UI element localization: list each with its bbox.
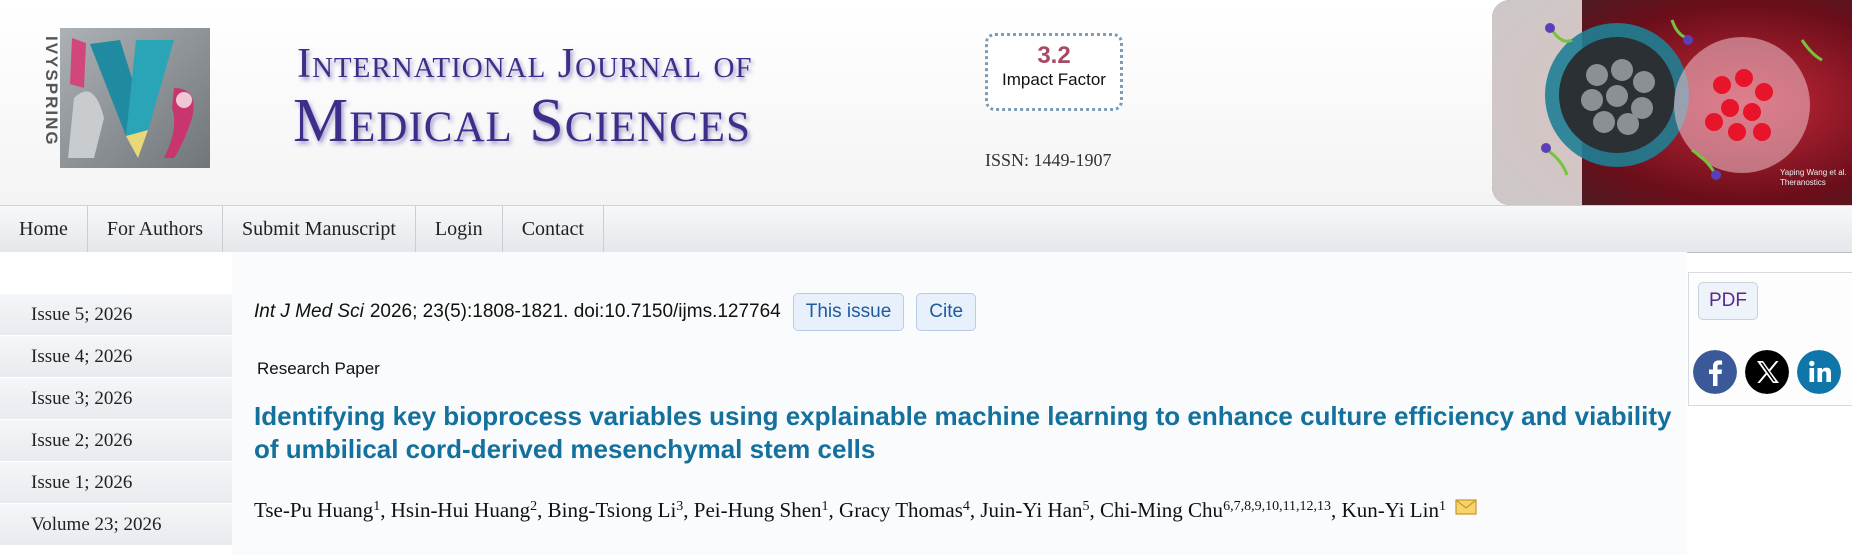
logo-text: IVYSPRING: [42, 36, 61, 147]
author-name[interactable]: Chi-Ming Chu: [1100, 498, 1223, 522]
nav-home[interactable]: Home: [0, 206, 88, 252]
author-affiliation: 1: [1438, 499, 1446, 514]
cite-button[interactable]: Cite: [916, 293, 977, 331]
author-list: Tse-Pu Huang1, Hsin-Hui Huang2, Bing-Tsi…: [254, 495, 1694, 525]
author-affiliation: 6,7,8,9,10,11,12,13: [1223, 499, 1332, 514]
sidebar-spacer: [0, 252, 232, 294]
nav-login[interactable]: Login: [416, 206, 503, 252]
share-panel: PDF: [1688, 272, 1852, 406]
sidebar-item-issue-4[interactable]: Issue 4; 2026: [0, 336, 232, 378]
paper-type: Research Paper: [257, 359, 380, 378]
sidebar-item-issue-3[interactable]: Issue 3; 2026: [0, 378, 232, 420]
sidebar-item-issue-1[interactable]: Issue 1; 2026: [0, 462, 232, 504]
journal-abbreviation: Int J Med Sci: [254, 301, 364, 322]
sidebar-item-issue-5[interactable]: Issue 5; 2026: [0, 294, 232, 336]
this-issue-button[interactable]: This issue: [792, 293, 905, 331]
issue-sidebar: Issue 5; 2026 Issue 4; 2026 Issue 3; 202…: [0, 252, 232, 555]
cover-credit: Yaping Wang et al. Theranostics: [1780, 168, 1847, 187]
author-separator: ,: [1331, 498, 1342, 522]
journal-title[interactable]: International Journal of Medical Science…: [293, 40, 857, 154]
author-separator: ,: [537, 498, 548, 522]
nav-contact[interactable]: Contact: [503, 206, 604, 252]
journal-title-line1: International Journal of: [297, 41, 753, 87]
article-main: Int J Med Sci 2026; 23(5):1808-1821. doi…: [232, 252, 1687, 555]
issn-text: ISSN: 1449-1907: [985, 150, 1112, 170]
author-separator: ,: [969, 498, 981, 522]
pdf-button[interactable]: PDF: [1698, 282, 1758, 320]
author-separator: ,: [380, 498, 391, 522]
linkedin-icon[interactable]: [1797, 350, 1841, 394]
site-header: IVYSPRING International Journal of Medic…: [0, 0, 1852, 205]
author-affiliation: 1: [821, 499, 829, 514]
impact-factor-value: 3.2: [1037, 42, 1071, 69]
article-title: Identifying key bioprocess variables usi…: [254, 401, 1672, 464]
nav-submit-manuscript[interactable]: Submit Manuscript: [223, 206, 416, 252]
citation-line: Int J Med Sci 2026; 23(5):1808-1821. doi…: [254, 292, 977, 332]
author-separator: ,: [683, 498, 694, 522]
author-separator: ,: [828, 498, 840, 522]
author-affiliation: 4: [962, 499, 970, 514]
impact-factor-badge[interactable]: 3.2 Impact Factor: [985, 33, 1123, 111]
impact-factor-label: Impact Factor: [1002, 70, 1106, 89]
ivyspring-logo[interactable]: IVYSPRING: [24, 18, 214, 173]
author-name[interactable]: Kun-Yi Lin: [1342, 498, 1439, 522]
email-icon[interactable]: [1455, 499, 1477, 515]
sidebar-item-issue-2[interactable]: Issue 2; 2026: [0, 420, 232, 462]
author-name[interactable]: Hsin-Hui Huang: [391, 498, 530, 522]
author-name[interactable]: Juin-Yi Han: [980, 498, 1082, 522]
main-nav: Home For Authors Submit Manuscript Login…: [0, 205, 1852, 253]
author-separator: ,: [1089, 498, 1100, 522]
facebook-icon[interactable]: [1693, 350, 1737, 394]
sidebar-item-volume-23[interactable]: Volume 23; 2026: [0, 504, 232, 546]
author-name[interactable]: Bing-Tsiong Li: [548, 498, 677, 522]
citation-text: 2026; 23(5):1808-1821. doi:10.7150/ijms.…: [369, 301, 781, 322]
nav-for-authors[interactable]: For Authors: [88, 206, 224, 252]
author-name[interactable]: Tse-Pu Huang: [254, 498, 373, 522]
author-name[interactable]: Gracy Thomas: [839, 498, 963, 522]
author-name[interactable]: Pei-Hung Shen: [694, 498, 822, 522]
x-icon[interactable]: [1745, 350, 1789, 394]
journal-title-line2: Medical Sciences: [293, 87, 751, 155]
